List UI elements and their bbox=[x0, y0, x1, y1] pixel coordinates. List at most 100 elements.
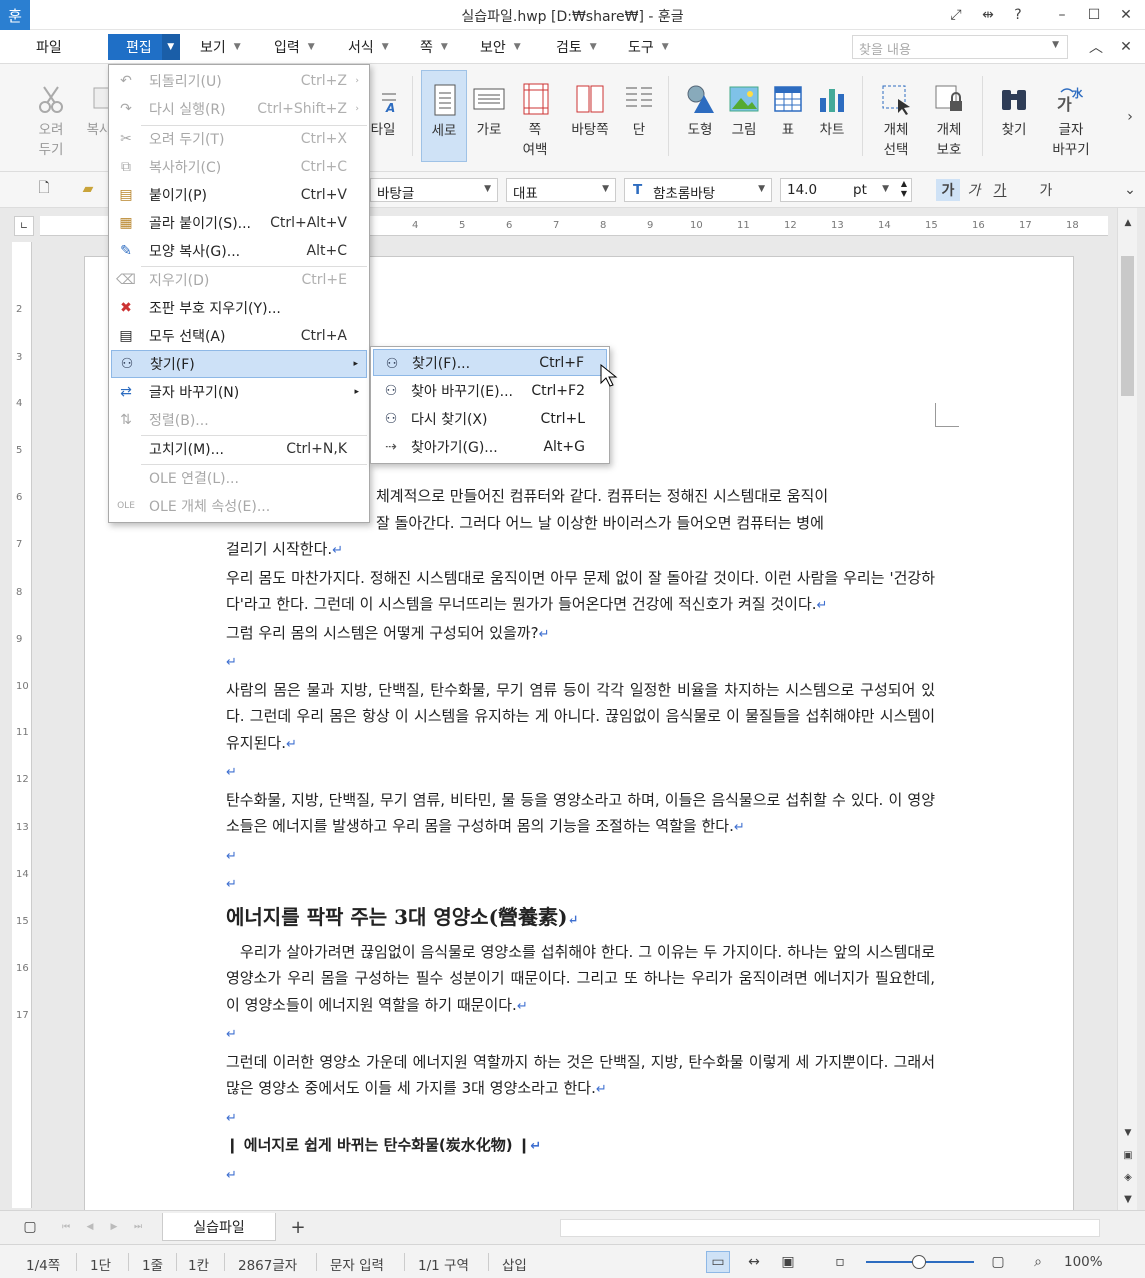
status-page[interactable]: 1/4쪽 bbox=[26, 1254, 60, 1274]
strike-button[interactable]: 가 bbox=[1034, 179, 1058, 201]
column-button[interactable]: 단 bbox=[616, 70, 662, 162]
magnifier-icon[interactable]: ⌕ bbox=[1026, 1251, 1050, 1273]
document-body[interactable]: 체계적으로 만들어진 컴퓨터와 같다. 컴퓨터는 정해진 시스템대로 움직이 잘… bbox=[226, 483, 935, 1189]
underline-button[interactable]: 가 bbox=[988, 179, 1012, 201]
add-tab-button[interactable]: + bbox=[286, 1216, 310, 1238]
menu-select-all[interactable]: ▤ 모두 선택(A) Ctrl+A bbox=[111, 322, 367, 350]
table-button[interactable]: 표 bbox=[765, 70, 811, 162]
menu-char-change[interactable]: ⇄ 글자 바꾸기(N) ▸ bbox=[111, 378, 367, 406]
vertical-scrollbar[interactable]: ▲ ▼ ▣ ◈ ▼ bbox=[1117, 208, 1137, 1210]
find-button[interactable]: 찾기 bbox=[991, 70, 1037, 162]
full-page-icon[interactable]: ▣ bbox=[776, 1251, 800, 1273]
tab-list-icon[interactable]: ▢ bbox=[18, 1216, 42, 1238]
object-select-button[interactable]: 개체 선택 bbox=[873, 70, 919, 162]
italic-button[interactable]: 가 bbox=[962, 179, 986, 201]
tab-stop-icon[interactable]: ∟ bbox=[14, 216, 34, 236]
menu-find[interactable]: ⚇ 찾기(F) ▸ bbox=[111, 350, 367, 378]
object-protect-button[interactable]: 개체 보호 bbox=[926, 70, 972, 162]
replace-chars-button[interactable]: 가水 글자 바꾸기 bbox=[1044, 70, 1098, 162]
menu-paste-special[interactable]: ▦ 골라 붙이기(S)... Ctrl+Alt+V bbox=[111, 209, 367, 237]
size-stepper[interactable]: ▲ ▼ bbox=[901, 179, 907, 199]
chevron-right-icon[interactable]: › bbox=[1118, 106, 1142, 128]
menu-view[interactable]: 보기 ▼ bbox=[200, 34, 241, 60]
menu-delete-codes[interactable]: ✖ 조판 부호 지우기(Y)... bbox=[111, 294, 367, 322]
svg-text:A: A bbox=[385, 101, 395, 114]
menu-format-copy[interactable]: ✎ 모양 복사(G)... Alt+C bbox=[111, 237, 367, 265]
tab-document[interactable]: 실습파일 bbox=[162, 1213, 276, 1241]
zoom-level[interactable]: 100% bbox=[1064, 1254, 1103, 1270]
collapse-ribbon-icon[interactable]: ︿ bbox=[1084, 36, 1108, 58]
open-folder-icon[interactable]: ▰ bbox=[76, 178, 100, 200]
status-input-mode: 문자 입력 bbox=[330, 1258, 384, 1274]
help-icon[interactable]: ? bbox=[1006, 4, 1030, 26]
scroll-down-icon[interactable]: ▼ bbox=[1118, 1122, 1138, 1144]
menu-tools[interactable]: 도구 ▼ bbox=[628, 34, 669, 60]
menu-undo[interactable]: ↶ 되돌리기(U) Ctrl+Z › bbox=[111, 67, 367, 95]
menu-ole-properties[interactable]: OLE OLE 개체 속성(E)... bbox=[111, 492, 367, 520]
menu-copy[interactable]: ⧉ 복사하기(C) Ctrl+C bbox=[111, 153, 367, 181]
undo-icon: ↶ bbox=[120, 73, 132, 89]
submenu-find[interactable]: ⚇ 찾기(F)... Ctrl+F bbox=[373, 349, 607, 376]
chevron-down-icon[interactable]: ⌄ bbox=[1118, 179, 1142, 201]
last-tab-icon[interactable]: ⏭ bbox=[126, 1216, 150, 1238]
menu-insert[interactable]: 입력 ▼ bbox=[274, 34, 315, 60]
menu-format[interactable]: 서식 ▼ bbox=[348, 34, 389, 60]
paste-icon: ▤ bbox=[119, 187, 133, 203]
master-page-button[interactable]: 바탕쪽 bbox=[566, 70, 614, 162]
menu-cut[interactable]: ✂ 오려 두기(T) Ctrl+X bbox=[111, 125, 367, 153]
fit-width-icon[interactable]: ↔ bbox=[742, 1251, 766, 1273]
prev-page-icon[interactable]: ▣ bbox=[1118, 1144, 1138, 1166]
maximize-icon[interactable]: ☐ bbox=[1082, 4, 1106, 26]
picture-button[interactable]: 그림 bbox=[721, 70, 767, 162]
menu-delete[interactable]: ⌫ 지우기(D) Ctrl+E bbox=[111, 266, 367, 294]
cut-button[interactable]: 오려 두기 bbox=[28, 70, 74, 162]
zoom-slider-handle[interactable] bbox=[912, 1255, 926, 1269]
prev-tab-icon[interactable]: ◀ bbox=[78, 1216, 102, 1238]
chart-button[interactable]: 차트 bbox=[809, 70, 855, 162]
page-margin-button[interactable]: 쪽 여백 bbox=[512, 70, 558, 162]
menu-correct[interactable]: 고치기(M)... Ctrl+N,K bbox=[111, 435, 367, 463]
fullscreen-icon[interactable]: ⤢ bbox=[944, 4, 968, 26]
first-tab-icon[interactable]: ⏮ bbox=[54, 1216, 78, 1238]
paragraph: 탄수화물, 지방, 단백질, 무기 염류, 비타민, 물 등을 영양소라고 하며… bbox=[226, 790, 935, 836]
menu-review[interactable]: 검토 ▼ bbox=[556, 34, 597, 60]
new-doc-icon[interactable]: 🗋 bbox=[32, 178, 56, 200]
close-icon[interactable]: ✕ bbox=[1114, 4, 1138, 26]
font-select[interactable]: T 함초롬바탕 ▼ bbox=[624, 178, 772, 202]
next-tab-icon[interactable]: ▶ bbox=[102, 1216, 126, 1238]
language-select[interactable]: 대표 ▼ bbox=[506, 178, 616, 202]
portrait-button[interactable]: 세로 bbox=[421, 70, 467, 162]
chevron-down-icon[interactable]: ▼ bbox=[161, 34, 180, 60]
style-select[interactable]: 바탕글 ▼ bbox=[370, 178, 498, 202]
zoom-out-icon[interactable]: ▫ bbox=[828, 1251, 852, 1273]
menu-edit[interactable]: 편집 ▼ bbox=[108, 34, 180, 60]
horizontal-scrollbar[interactable] bbox=[560, 1219, 1100, 1237]
zoom-in-icon[interactable]: ▢ bbox=[986, 1251, 1010, 1273]
menu-paste[interactable]: ▤ 붙이기(P) Ctrl+V bbox=[111, 181, 367, 209]
submenu-find-replace[interactable]: ⚇ 찾아 바꾸기(E)... Ctrl+F2 bbox=[373, 377, 607, 404]
menu-ole-link[interactable]: OLE 연결(L)... bbox=[111, 464, 367, 492]
submenu-find-again[interactable]: ⚇ 다시 찾기(X) Ctrl+L bbox=[373, 405, 607, 432]
normal-view-icon[interactable]: ▭ bbox=[706, 1251, 730, 1273]
page-list-icon[interactable]: ◈ bbox=[1118, 1166, 1138, 1188]
landscape-button[interactable]: 가로 bbox=[466, 70, 512, 162]
vertical-ruler[interactable]: 2 3 4 5 6 7 8 9 10 11 12 13 14 15 16 17 bbox=[12, 242, 32, 1208]
bold-button[interactable]: 가 bbox=[936, 179, 960, 201]
submenu-goto[interactable]: ⇢ 찾아가기(G)... Alt+G bbox=[373, 433, 607, 460]
empty-paragraph: ↵ bbox=[226, 1027, 237, 1042]
shape-button[interactable]: 도형 bbox=[677, 70, 723, 162]
menu-security[interactable]: 보안 ▼ bbox=[480, 34, 521, 60]
scrollbar-thumb[interactable] bbox=[1121, 256, 1134, 396]
doc-close-icon[interactable]: ✕ bbox=[1114, 36, 1138, 58]
search-input[interactable]: 찾을 내용 ▼ bbox=[852, 35, 1068, 59]
menu-file[interactable]: 파일 bbox=[36, 34, 62, 60]
scroll-up-icon[interactable]: ▲ bbox=[1118, 212, 1138, 234]
menu-redo[interactable]: ↷ 다시 실행(R) Ctrl+Shift+Z › bbox=[111, 95, 367, 123]
font-size-input[interactable]: 14.0 pt ▼ ▲ ▼ bbox=[780, 178, 912, 202]
menu-page[interactable]: 쪽 ▼ bbox=[420, 34, 448, 60]
status-insert[interactable]: 삽입 bbox=[502, 1254, 527, 1274]
next-page-icon[interactable]: ▼ bbox=[1118, 1188, 1138, 1210]
split-icon[interactable]: ⇹ bbox=[976, 4, 1000, 26]
minimize-icon[interactable]: – bbox=[1050, 4, 1074, 26]
menu-sort[interactable]: ⇅ 정렬(B)... bbox=[111, 406, 367, 434]
